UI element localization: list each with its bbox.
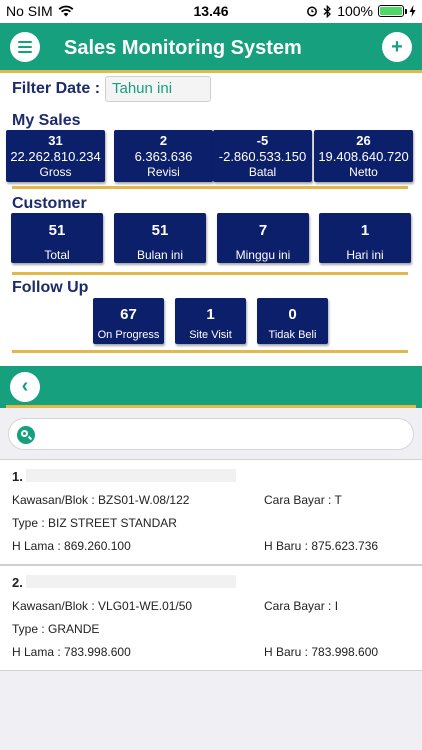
customer-label: Minggu ini <box>235 248 291 262</box>
add-button[interactable]: + <box>382 32 412 62</box>
follow-up-count: 0 <box>288 306 297 323</box>
battery-percentage: 100% <box>337 3 373 19</box>
customer-label: Bulan ini <box>136 248 184 262</box>
bluetooth-icon <box>323 4 332 18</box>
customer-count: 51 <box>48 222 66 239</box>
sales-label: Revisi <box>147 165 180 179</box>
item-h-lama: H Lama : 783.998.600 <box>12 645 131 659</box>
item-number: 2. <box>12 575 23 590</box>
customer-count: 1 <box>360 222 370 239</box>
sales-count: 31 <box>48 133 63 148</box>
customer-card-total[interactable]: 51 Total <box>11 213 103 263</box>
follow-up-card-on-progress[interactable]: 67 On Progress <box>93 298 164 344</box>
sales-card-batal[interactable]: -5 -2.860.533.150 Batal <box>213 130 312 182</box>
sales-label: Gross <box>39 165 72 179</box>
carrier-label: No SIM <box>6 3 53 19</box>
item-h-lama: H Lama : 869.260.100 <box>12 539 131 553</box>
sales-amount: 19.408.640.720 <box>318 149 409 164</box>
item-type: Type : GRANDE <box>12 622 100 636</box>
sales-amount: 22.262.810.234 <box>10 149 101 164</box>
section-divider <box>12 272 408 275</box>
list-header-bar: ‹ <box>0 366 422 408</box>
my-sales-title: My Sales <box>12 112 81 129</box>
section-divider <box>12 350 408 353</box>
customer-card-hari-ini[interactable]: 1 Hari ini <box>319 213 411 263</box>
status-bar: No SIM 13.46 100% <box>0 0 422 22</box>
filter-date-input[interactable]: Tahun ini <box>105 76 211 102</box>
back-button[interactable]: ‹ <box>10 372 40 402</box>
follow-up-count: 67 <box>120 306 137 323</box>
sales-count: 2 <box>159 133 168 148</box>
battery-icon <box>378 5 407 17</box>
search-icon <box>17 426 35 444</box>
menu-button[interactable] <box>10 32 40 62</box>
item-kawasan: Kawasan/Blok : VLG01-WE.01/50 <box>12 599 193 613</box>
app-header: Sales Monitoring System + <box>0 23 422 71</box>
carrier-info: No SIM <box>6 3 74 19</box>
sales-card-gross[interactable]: 31 22.262.810.234 Gross <box>6 130 105 182</box>
redacted-name <box>26 469 236 482</box>
sales-label: Netto <box>349 165 378 179</box>
alarm-icon <box>307 6 318 17</box>
hamburger-icon <box>18 41 32 53</box>
sales-amount: -2.860.533.150 <box>218 149 307 164</box>
follow-up-label: Site Visit <box>189 329 232 341</box>
customer-label: Total <box>44 248 70 262</box>
follow-up-card-tidak-beli[interactable]: 0 Tidak Beli <box>257 298 328 344</box>
follow-up-label: On Progress <box>97 329 160 341</box>
customer-card-bulan-ini[interactable]: 51 Bulan ini <box>114 213 206 263</box>
item-number: 1. <box>12 469 23 484</box>
sales-count: -5 <box>256 133 269 148</box>
customer-count: 51 <box>151 222 169 239</box>
follow-up-count: 1 <box>206 306 215 323</box>
search-input[interactable] <box>8 418 414 450</box>
redacted-name <box>26 575 236 588</box>
filter-date-label: Filter Date : <box>12 80 101 97</box>
sales-label: Batal <box>248 165 277 179</box>
sales-card-netto[interactable]: 26 19.408.640.720 Netto <box>314 130 413 182</box>
list-item[interactable]: 1. Kawasan/Blok : BZS01-W.08/122 Cara Ba… <box>0 459 422 565</box>
item-h-baru: H Baru : 783.998.600 <box>264 645 379 659</box>
charging-icon <box>409 5 416 17</box>
plus-icon: + <box>391 36 403 58</box>
sales-amount: 6.363.636 <box>134 149 193 164</box>
item-kawasan: Kawasan/Blok : BZS01-W.08/122 <box>12 493 190 507</box>
chevron-left-icon: ‹ <box>21 375 29 397</box>
status-right: 100% <box>306 3 416 19</box>
item-cara-bayar: Cara Bayar : I <box>264 599 339 613</box>
follow-up-card-site-visit[interactable]: 1 Site Visit <box>175 298 246 344</box>
item-h-baru: H Baru : 875.623.736 <box>264 539 379 553</box>
list-item[interactable]: 2. Kawasan/Blok : VLG01-WE.01/50 Cara Ba… <box>0 565 422 671</box>
customer-card-minggu-ini[interactable]: 7 Minggu ini <box>217 213 309 263</box>
customer-label: Hari ini <box>346 248 384 262</box>
header-divider <box>0 70 422 73</box>
item-type: Type : BIZ STREET STANDAR <box>12 516 177 530</box>
follow-up-title: Follow Up <box>12 279 89 296</box>
app-title: Sales Monitoring System <box>64 37 302 59</box>
sales-card-revisi[interactable]: 2 6.363.636 Revisi <box>114 130 213 182</box>
customer-count: 7 <box>258 222 268 239</box>
wifi-icon <box>58 5 74 17</box>
follow-up-label: Tidak Beli <box>268 329 317 341</box>
sales-count: 26 <box>356 133 371 148</box>
section-divider <box>12 186 408 189</box>
item-cara-bayar: Cara Bayar : T <box>264 493 342 507</box>
customer-title: Customer <box>12 195 87 212</box>
